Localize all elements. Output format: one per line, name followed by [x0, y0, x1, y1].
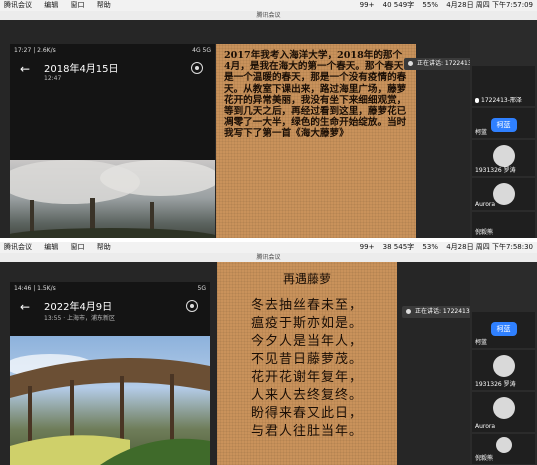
- phone-status-bar: 14:46 | 1.5K/s 5G: [14, 285, 206, 292]
- window-title: 腾讯会议: [0, 11, 537, 20]
- poem-title: 再遇藤萝: [282, 272, 331, 286]
- essay-panel: 2017年我考入海洋大学，2018年的那个4月，是我在海大的第一个春天。那个春天…: [216, 44, 416, 238]
- menu-window[interactable]: 窗口: [70, 243, 84, 251]
- screenshot-top: 腾讯会议 编辑 窗口 帮助 99+ 40 549字 55% 4月28日 周四 下…: [0, 0, 537, 238]
- menu-app[interactable]: 腾讯会议: [4, 243, 32, 251]
- participant-sidebar: 1722413-邢泽 柯蓝 柯蓝 1931326 罗涛 Aurora 倪毅熊: [470, 20, 537, 238]
- word-count[interactable]: 40 549字: [383, 1, 415, 9]
- phone-mirror: 14:46 | 1.5K/s 5G ← 2022年4月9日 13:55 · 上海…: [10, 282, 210, 465]
- participant-card[interactable]: 倪毅熊: [472, 434, 535, 464]
- participant-card[interactable]: 1722413-邢泽: [472, 66, 535, 106]
- clock[interactable]: 4月28日 周四 下午7:57:09: [446, 1, 533, 9]
- notification-count[interactable]: 99+: [360, 1, 375, 9]
- poem-line: 花开花谢年复年，: [250, 370, 363, 385]
- participant-card[interactable]: 柯蓝 柯蓝: [472, 108, 535, 138]
- avatar: [492, 397, 515, 419]
- back-arrow-icon[interactable]: ←: [20, 300, 30, 314]
- avatar: [495, 437, 512, 453]
- poem-line: 今夕人是当年人，: [250, 334, 363, 349]
- participant-card[interactable]: 1931326 罗涛: [472, 350, 535, 390]
- mac-menubar: 腾讯会议 编辑 窗口 帮助 99+ 40 549字 55% 4月28日 周四 下…: [0, 0, 537, 11]
- photo-date: 2022年4月9日: [44, 302, 113, 313]
- wisteria-photo: [10, 160, 215, 238]
- trellis-photo: [10, 336, 210, 465]
- mac-menubar: 腾讯会议 编辑 窗口 帮助 99+ 38 545字 53% 4月28日 周四 下…: [0, 242, 537, 253]
- more-options-icon[interactable]: [186, 300, 198, 312]
- photo-location: 13:55 · 上海市，浦东新区: [44, 315, 116, 322]
- avatar: [492, 355, 515, 377]
- name-badge: 柯蓝: [490, 118, 517, 132]
- poem-line: 冬去抽丝春未至，: [250, 298, 363, 313]
- menu-edit[interactable]: 编辑: [44, 243, 58, 251]
- battery-percent[interactable]: 55%: [422, 1, 438, 9]
- notification-count[interactable]: 99+: [360, 243, 375, 251]
- mic-icon: [475, 98, 479, 103]
- poem-lines: 冬去抽丝春未至， 瘟疫于斯亦如是。 今夕人是当年人， 不见昔日藤萝茂。 花开花谢…: [223, 297, 391, 441]
- window-title: 腾讯会议: [0, 253, 537, 262]
- battery-percent[interactable]: 53%: [422, 243, 438, 251]
- poem-line: 不见昔日藤萝茂。: [250, 352, 363, 367]
- name-badge: 柯蓝: [490, 322, 517, 336]
- menu-help[interactable]: 帮助: [97, 1, 111, 9]
- photo-date: 2018年4月15日: [44, 64, 119, 75]
- essay-text: 2017年我考入海洋大学，2018年的那个4月，是我在海大的第一个春天。那个春天…: [224, 50, 407, 140]
- poem-line: 与君人往肚当年。: [250, 424, 363, 439]
- menu-app[interactable]: 腾讯会议: [4, 1, 32, 9]
- avatar: [492, 145, 515, 167]
- poem-line: 人来人去终复终。: [250, 388, 363, 403]
- word-count[interactable]: 38 545字: [383, 243, 415, 251]
- phone-status-bar: 17:27 | 2.6K/s 4G 5G: [14, 47, 211, 54]
- speaker-icon: [408, 61, 413, 66]
- poem-panel: 再遇藤萝 冬去抽丝春未至， 瘟疫于斯亦如是。 今夕人是当年人， 不见昔日藤萝茂。…: [217, 262, 397, 465]
- phone-mirror: 17:27 | 2.6K/s 4G 5G ← 2018年4月15日 12:47: [10, 44, 215, 238]
- clock[interactable]: 4月28日 周四 下午7:58:30: [446, 243, 533, 251]
- speaker-icon: [406, 309, 411, 314]
- poem-line: 瘟疫于斯亦如是。: [250, 316, 363, 331]
- menu-edit[interactable]: 编辑: [44, 1, 58, 9]
- avatar: [492, 183, 515, 205]
- participant-card[interactable]: Aurora: [472, 392, 535, 432]
- participant-card[interactable]: 倪毅熊: [472, 212, 535, 238]
- phone-header: ← 2018年4月15日 12:47: [10, 58, 215, 92]
- participant-card[interactable]: 1931326 罗涛: [472, 140, 535, 176]
- more-options-icon[interactable]: [191, 62, 203, 74]
- screenshot-bottom: 腾讯会议 编辑 窗口 帮助 99+ 38 545字 53% 4月28日 周四 下…: [0, 242, 537, 465]
- photo-time: 12:47: [44, 75, 62, 82]
- shared-screen: 17:27 | 2.6K/s 4G 5G ← 2018年4月15日 12:47: [0, 20, 492, 238]
- back-arrow-icon[interactable]: ←: [20, 62, 30, 76]
- poem-line: 盼得来春又此日，: [250, 406, 363, 421]
- participant-card[interactable]: 柯蓝 柯蓝: [472, 312, 535, 348]
- menu-window[interactable]: 窗口: [70, 1, 84, 9]
- participant-sidebar: 柯蓝 柯蓝 1931326 罗涛 Aurora 倪毅熊: [470, 262, 537, 465]
- shared-screen: 14:46 | 1.5K/s 5G ← 2022年4月9日 13:55 · 上海…: [0, 262, 490, 465]
- participant-card[interactable]: Aurora: [472, 178, 535, 210]
- phone-header: ← 2022年4月9日 13:55 · 上海市，浦东新区: [10, 296, 210, 330]
- menu-help[interactable]: 帮助: [97, 243, 111, 251]
